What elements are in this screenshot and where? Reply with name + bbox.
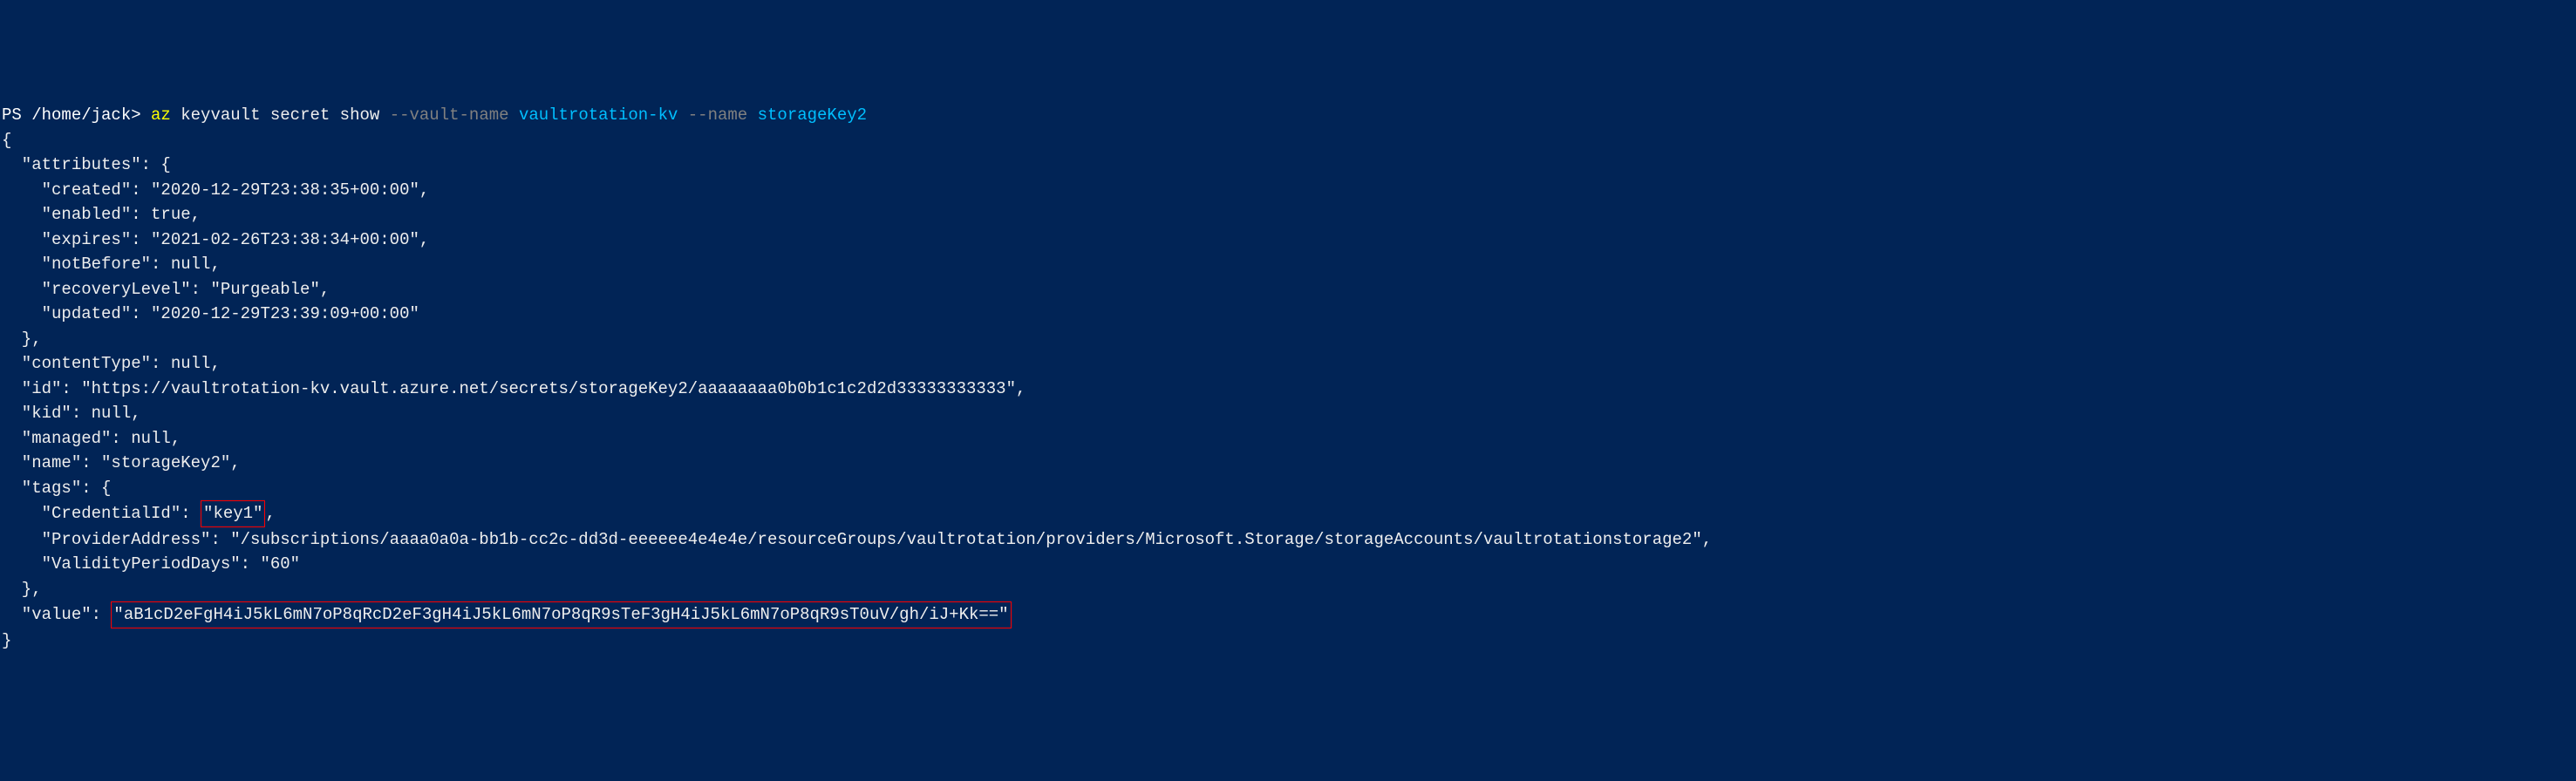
json-line: "managed": null, — [2, 429, 181, 448]
highlight-credential-id: "key1" — [201, 500, 265, 527]
prompt-prefix: PS /home/jack> — [2, 105, 151, 125]
json-open: { — [2, 131, 11, 150]
command: az — [151, 105, 181, 125]
json-line: }, — [2, 329, 42, 349]
highlight-value: "aB1cD2eFgH4iJ5kL6mN7oP8qRcD2eF3gH4iJ5kL… — [111, 601, 1011, 628]
json-line: "created": "2020-12-29T23:38:35+00:00", — [2, 180, 429, 200]
json-line-value-key: "value": — [2, 605, 111, 624]
json-line: "attributes": { — [2, 155, 171, 174]
json-comma: , — [265, 504, 275, 523]
json-line: "ProviderAddress": "/subscriptions/aaaa0… — [2, 530, 1712, 549]
json-line: "notBefore": null, — [2, 255, 221, 274]
param-vault-name: --vault-name — [390, 105, 519, 125]
json-line: "contentType": null, — [2, 354, 221, 373]
json-line: "tags": { — [2, 479, 111, 498]
json-line-credential-key: "CredentialId": — [2, 504, 201, 523]
json-line: }, — [2, 580, 42, 599]
arg-vault-name: vaultrotation-kv — [519, 105, 688, 125]
json-close: } — [2, 631, 11, 650]
json-line: "ValidityPeriodDays": "60" — [2, 554, 300, 574]
json-line: "id": "https://vaultrotation-kv.vault.az… — [2, 379, 1026, 398]
json-line: "name": "storageKey2", — [2, 453, 241, 472]
json-line: "kid": null, — [2, 404, 141, 423]
json-line: "expires": "2021-02-26T23:38:34+00:00", — [2, 230, 429, 249]
json-line: "updated": "2020-12-29T23:39:09+00:00" — [2, 304, 419, 323]
terminal-output[interactable]: PS /home/jack> az keyvault secret show -… — [2, 103, 2574, 653]
arg-name: storageKey2 — [758, 105, 867, 125]
subcommand: keyvault secret show — [181, 105, 389, 125]
param-name: --name — [688, 105, 758, 125]
json-line: "enabled": true, — [2, 205, 201, 224]
json-line: "recoveryLevel": "Purgeable", — [2, 280, 330, 299]
